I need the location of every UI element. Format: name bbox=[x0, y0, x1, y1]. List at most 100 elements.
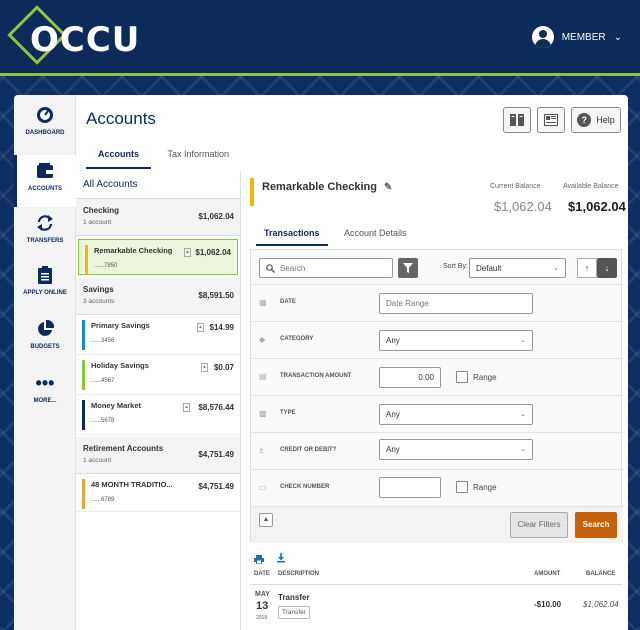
sort-value: Default bbox=[476, 264, 502, 273]
chevron-down-icon: ⌄ bbox=[520, 337, 526, 344]
sort-descending-button[interactable]: ↓ bbox=[597, 258, 617, 278]
clear-filters-button[interactable]: Clear Filters bbox=[510, 512, 568, 538]
account-group-savings[interactable]: Savings 3 accounts $8,591.50 bbox=[76, 278, 240, 315]
chevron-down-icon: ⌄ bbox=[520, 411, 526, 418]
filter-toggle-button[interactable] bbox=[398, 258, 418, 278]
inbox-icon: ▩ bbox=[259, 409, 267, 418]
calendar-icon: ▦ bbox=[259, 298, 267, 307]
member-menu[interactable]: MEMBER ⌄ bbox=[531, 26, 622, 48]
filter-label: TYPE bbox=[280, 410, 296, 416]
avatar bbox=[531, 26, 554, 48]
search-button-label: Search bbox=[582, 520, 610, 529]
account-item-holiday-savings[interactable]: Holiday Savings ......4567 ▲ $0.07 bbox=[76, 355, 240, 395]
tab-accounts[interactable]: Accounts bbox=[86, 143, 152, 169]
collapse-button[interactable]: ▲ bbox=[259, 513, 273, 527]
side-nav: DASHBOARD ACCOUNTS TRANSFERS APPLY ONLIN… bbox=[14, 95, 76, 630]
tab-tax-information[interactable]: Tax Information bbox=[155, 143, 241, 167]
detail-tabs: Transactions Account Details bbox=[256, 223, 415, 246]
type-select[interactable]: Any ⌄ bbox=[379, 404, 533, 425]
arrow-down-icon: ↓ bbox=[604, 263, 610, 273]
nav-more[interactable]: ••• MORE... bbox=[14, 371, 76, 421]
account-number: ......7850 bbox=[94, 263, 118, 269]
account-number: ......6789 bbox=[91, 497, 115, 503]
tx-description: Transfer bbox=[278, 593, 310, 602]
category-select[interactable]: Any ⌄ bbox=[379, 330, 533, 351]
range-label: Range bbox=[473, 373, 497, 382]
transfer-arrows-icon bbox=[37, 215, 53, 231]
nav-budgets[interactable]: BUDGETS bbox=[14, 317, 76, 367]
date-range-input[interactable]: Date Range bbox=[379, 293, 533, 314]
nav-transfers[interactable]: TRANSFERS bbox=[14, 211, 76, 261]
range-label: Range bbox=[473, 483, 497, 492]
tab-transactions[interactable]: Transactions bbox=[256, 223, 328, 246]
filter-label: CREDIT OR DEBIT? bbox=[280, 447, 337, 453]
help-icon: ? bbox=[577, 113, 592, 127]
table-row[interactable]: MAY 13 2019 Transfer Transfer -$10.00 $1… bbox=[250, 586, 622, 626]
search-button[interactable]: Search bbox=[575, 512, 617, 538]
nav-accounts[interactable]: ACCOUNTS bbox=[14, 155, 76, 207]
account-color-bar bbox=[82, 320, 85, 350]
nav-dashboard[interactable]: DASHBOARD bbox=[14, 103, 76, 153]
page-tabs: Accounts Tax Information bbox=[86, 143, 241, 169]
page-title: Accounts bbox=[86, 109, 156, 128]
alert-icon: ▲ bbox=[183, 403, 190, 412]
range-checkbox[interactable] bbox=[456, 371, 468, 383]
main-content: Accounts ? Help Accounts Tax Information… bbox=[76, 95, 628, 630]
available-balance-label: Available Balance bbox=[563, 183, 619, 190]
sort-ascending-button[interactable]: ↑ bbox=[577, 258, 597, 278]
tx-amount: -$10.00 bbox=[534, 600, 562, 609]
nav-label: ACCOUNTS bbox=[28, 186, 62, 192]
type-value: Any bbox=[386, 410, 400, 419]
tab-account-details[interactable]: Account Details bbox=[336, 223, 415, 244]
search-input[interactable]: Search bbox=[259, 258, 393, 278]
help-label: Help bbox=[596, 115, 615, 125]
filter-row-date: ▦ DATE Date Range bbox=[251, 284, 623, 321]
nav-apply-online[interactable]: APPLY ONLINE bbox=[14, 263, 76, 313]
account-color-bar bbox=[82, 479, 85, 509]
download-icon[interactable] bbox=[276, 550, 286, 568]
amount-value: 0.00 bbox=[418, 373, 434, 382]
pencil-icon[interactable]: ✎ bbox=[384, 182, 392, 193]
documents-button[interactable] bbox=[537, 107, 565, 133]
account-color-bar bbox=[85, 245, 88, 275]
tx-tag[interactable]: Transfer bbox=[278, 606, 310, 619]
check-number-input[interactable] bbox=[379, 477, 441, 498]
account-amount: $8,576.44 bbox=[198, 403, 234, 412]
occu-logo[interactable]: OCCU bbox=[7, 5, 139, 66]
filter-row-credit-debit: ± CREDIT OR DEBIT? Any ⌄ bbox=[251, 432, 623, 469]
main-panel: DASHBOARD ACCOUNTS TRANSFERS APPLY ONLIN… bbox=[14, 95, 628, 630]
amount-input[interactable]: 0.00 bbox=[379, 367, 441, 388]
sort-select[interactable]: Default ⌄ bbox=[469, 258, 566, 278]
alert-icon: ▲ bbox=[201, 363, 208, 372]
account-group-checking[interactable]: Checking 1 account $1,062.04 bbox=[76, 199, 240, 236]
check-range-checkbox[interactable] bbox=[456, 481, 468, 493]
account-amount: $4,751.49 bbox=[198, 482, 234, 491]
nav-label: MORE... bbox=[33, 398, 57, 404]
group-total: $1,062.04 bbox=[198, 212, 234, 221]
all-accounts-link[interactable]: All Accounts bbox=[76, 171, 240, 199]
header-description: DESCRIPTION bbox=[278, 571, 320, 577]
dashboard-icon bbox=[37, 107, 53, 123]
account-group-retirement[interactable]: Retirement Accounts 1 account $4,751.49 bbox=[76, 437, 240, 474]
chevron-down-icon: ⌄ bbox=[520, 446, 526, 453]
account-item-remarkable-checking[interactable]: Remarkable Checking ......7850 ▲ $1,062.… bbox=[78, 239, 238, 275]
account-item-primary-savings[interactable]: Primary Savings ......3456 ▲ $14.99 bbox=[76, 315, 240, 355]
header-balance: BALANCE bbox=[586, 571, 616, 577]
tx-day: 13 bbox=[256, 600, 269, 612]
more-icon: ••• bbox=[35, 373, 55, 393]
alert-icon: ▲ bbox=[184, 248, 191, 257]
header-amount: AMOUNT bbox=[534, 571, 561, 577]
account-item-money-market[interactable]: Money Market ......5678 ▲ $8,576.44 bbox=[76, 395, 240, 435]
account-color-bar bbox=[250, 178, 254, 206]
help-button[interactable]: ? Help bbox=[571, 107, 621, 133]
statement-button[interactable] bbox=[503, 107, 531, 133]
credit-debit-select[interactable]: Any ⌄ bbox=[379, 439, 533, 460]
group-total: $8,591.50 bbox=[198, 291, 234, 300]
filter-label: CATEGORY bbox=[280, 336, 314, 342]
account-number: ......3456 bbox=[91, 338, 115, 344]
account-title-text: Remarkable Checking bbox=[262, 181, 377, 193]
filter-label: CHECK NUMBER bbox=[280, 484, 330, 490]
account-number: ......5678 bbox=[91, 418, 115, 424]
filter-panel: Search Sort By: Default ⌄ ↑ ↓ ▦ DATE Dat… bbox=[250, 249, 623, 543]
account-item-48-month-traditional[interactable]: 48 MONTH TRADITIO... ......6789 $4,751.4… bbox=[76, 474, 240, 512]
